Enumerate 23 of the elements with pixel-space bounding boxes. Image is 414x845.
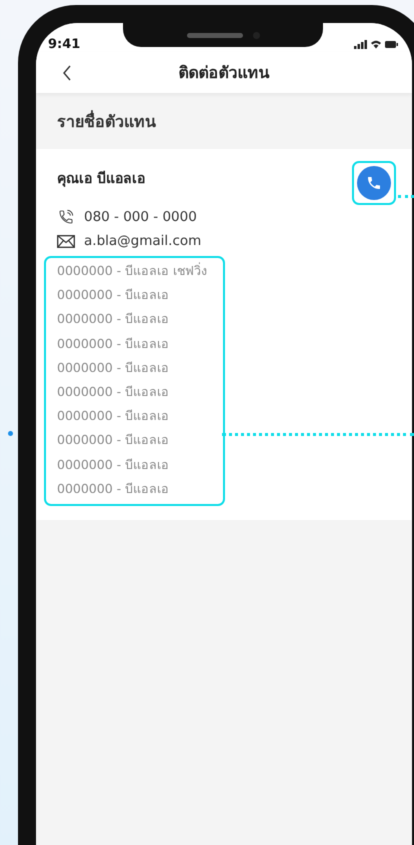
agent-phone: 080 - 000 - 0000 bbox=[84, 209, 197, 225]
phone-icon bbox=[57, 209, 75, 225]
agent-email: a.bla@gmail.com bbox=[84, 233, 202, 249]
agent-name: คุณเอ บีแอลเอ bbox=[57, 170, 145, 189]
branch-item: 0000000 - บีแอลเอ เชฟวิ่ง bbox=[57, 261, 208, 280]
page-title: ติดต่อตัวแทน bbox=[178, 62, 270, 84]
branch-item: 0000000 - บีแอลเอ bbox=[57, 310, 170, 328]
branch-item: 0000000 - บีแอลเอ bbox=[57, 456, 170, 474]
branch-item: 0000000 - บีแอลเอ bbox=[57, 407, 170, 426]
branch-item: 0000000 - บีแอลเอ bbox=[57, 358, 170, 377]
branch-item: 0000000 - บีแอลเอ bbox=[57, 431, 170, 450]
branch-item: 0000000 - บีแอลเอ bbox=[57, 286, 170, 304]
leader-line bbox=[398, 195, 414, 198]
mail-icon bbox=[57, 234, 75, 248]
chevron-left-icon bbox=[62, 64, 72, 80]
phone-icon bbox=[366, 175, 382, 191]
branch-item: 0000000 - บีแอลเอ bbox=[57, 480, 170, 498]
leader-dot bbox=[8, 431, 13, 436]
branch-item: 0000000 - บีแอลเอ bbox=[57, 334, 170, 353]
branch-item: 0000000 - บีแอลเอ bbox=[57, 382, 170, 401]
section-title: รายชื่อตัวแทน bbox=[57, 112, 156, 131]
status-icons bbox=[354, 38, 398, 50]
status-time: 9:41 bbox=[48, 36, 80, 52]
